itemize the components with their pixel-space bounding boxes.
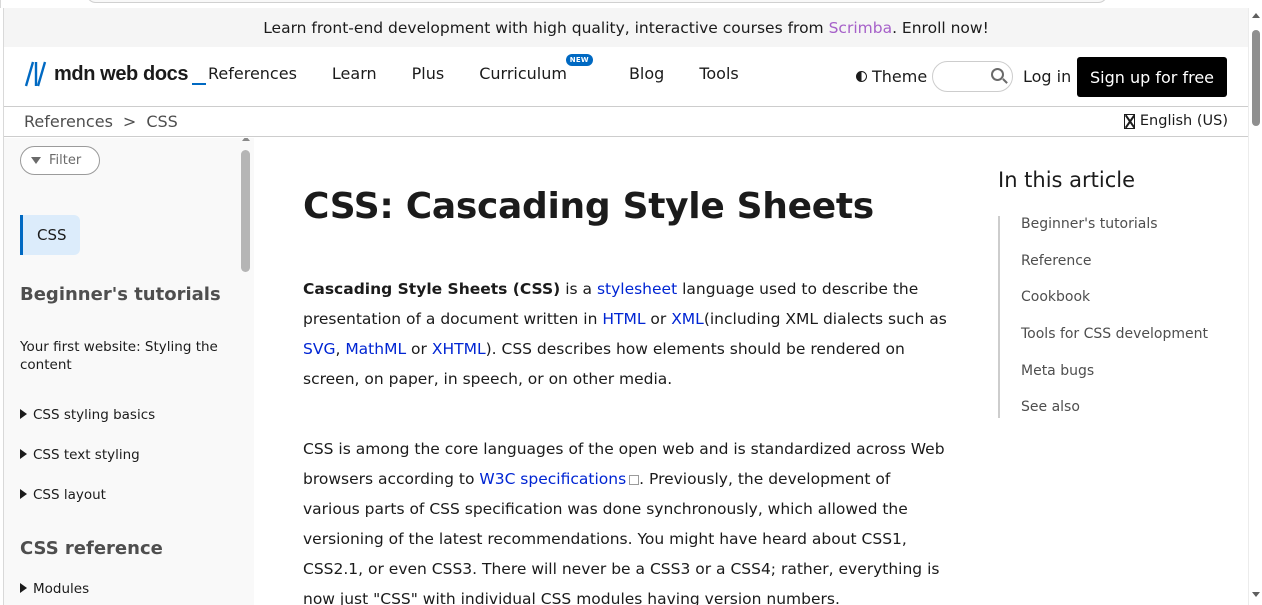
nav-curriculum[interactable]: Curriculum NEW xyxy=(479,54,593,83)
theme-toggle[interactable]: Theme xyxy=(856,67,927,86)
css-definition-term: Cascading Style Sheets (CSS) xyxy=(303,280,561,298)
main-nav: References Learn Plus Curriculum NEW Blo… xyxy=(208,54,739,83)
page-title: CSS: Cascading Style Sheets xyxy=(303,186,874,227)
nav-tools[interactable]: Tools xyxy=(699,64,738,83)
filter-icon xyxy=(31,157,41,164)
expand-icon xyxy=(20,409,27,419)
expand-icon xyxy=(20,449,27,459)
sidebar-scroll-up-icon[interactable] xyxy=(242,138,250,141)
nav-curriculum-label: Curriculum xyxy=(479,64,567,83)
sidebar-item-modules[interactable]: Modules xyxy=(20,580,89,598)
svg-link[interactable]: SVG xyxy=(303,340,335,358)
promo-banner: Learn front-end development with high qu… xyxy=(4,8,1248,47)
signup-button[interactable]: Sign up for free xyxy=(1077,57,1227,97)
mdn-logo[interactable]: mdn web docs xyxy=(24,59,207,89)
toc-item-meta-bugs[interactable]: Meta bugs xyxy=(1021,363,1094,379)
paragraph-text: or xyxy=(406,340,432,358)
breadcrumb: References > CSS xyxy=(24,112,178,131)
sidebar-item-layout[interactable]: CSS layout xyxy=(20,486,106,504)
sidebar: Filter CSS Beginner's tutorials Your fir… xyxy=(4,138,254,605)
sidebar-item-text-styling[interactable]: CSS text styling xyxy=(20,446,140,464)
page-scrollbar[interactable] xyxy=(1248,8,1262,605)
toc-item-tools[interactable]: Tools for CSS development xyxy=(1021,326,1208,342)
sidebar-scrollbar[interactable] xyxy=(241,150,250,272)
paragraph-text: , xyxy=(335,340,346,358)
sidebar-item-first-website[interactable]: Your first website: Styling the content xyxy=(20,338,225,374)
new-badge: NEW xyxy=(565,54,593,66)
mathml-link[interactable]: MathML xyxy=(345,340,406,358)
sidebar-heading-beginners[interactable]: Beginner's tutorials xyxy=(20,284,221,305)
login-link[interactable]: Log in xyxy=(1023,67,1071,86)
article-paragraph-1: Cascading Style Sheets (CSS) is a styles… xyxy=(303,274,949,394)
scroll-down-icon[interactable] xyxy=(1252,592,1260,597)
toc-item-cookbook[interactable]: Cookbook xyxy=(1021,289,1090,305)
xhtml-link[interactable]: XHTML xyxy=(432,340,486,358)
nav-learn[interactable]: Learn xyxy=(332,64,377,83)
toc-list: Beginner's tutorials Reference Cookbook … xyxy=(998,216,1228,418)
toc-item-see-also[interactable]: See also xyxy=(1021,399,1080,415)
scroll-up-icon[interactable] xyxy=(1252,13,1260,18)
logo-text: mdn web docs xyxy=(54,62,189,85)
paragraph-text: . Previously, the development of various… xyxy=(303,470,940,605)
nav-references[interactable]: References xyxy=(208,64,297,83)
scrimba-link[interactable]: Scrimba xyxy=(829,19,892,37)
search-icon xyxy=(991,68,1004,81)
paragraph-text: or xyxy=(645,310,672,328)
sidebar-item-label: CSS layout xyxy=(33,487,106,503)
scrollbar-thumb[interactable] xyxy=(1252,30,1260,126)
top-navigation: mdn web docs References Learn Plus Curri… xyxy=(4,47,1248,107)
sidebar-filter-input[interactable]: Filter xyxy=(20,146,100,175)
search-input[interactable] xyxy=(932,61,1013,92)
table-of-contents: In this article Beginner's tutorials Ref… xyxy=(998,168,1228,418)
paragraph-text: (including XML dialects such as xyxy=(703,310,947,328)
language-selector[interactable]: English (US) xyxy=(1123,113,1228,129)
language-icon xyxy=(1123,113,1135,129)
toc-item-beginners[interactable]: Beginner's tutorials xyxy=(1021,216,1158,232)
browser-top-edge xyxy=(0,0,1262,8)
filter-placeholder: Filter xyxy=(49,153,82,168)
sidebar-heading-reference[interactable]: CSS reference xyxy=(20,538,163,559)
sidebar-item-label: Modules xyxy=(33,581,90,597)
banner-suffix: . Enroll now! xyxy=(892,18,989,37)
toc-title: In this article xyxy=(998,168,1136,192)
logo-cursor xyxy=(192,83,207,85)
sidebar-item-label: CSS text styling xyxy=(33,447,140,463)
breadcrumb-separator: > xyxy=(122,112,137,131)
expand-icon xyxy=(20,489,27,499)
html-link[interactable]: HTML xyxy=(602,310,645,328)
toc-item-reference[interactable]: Reference xyxy=(1021,253,1092,269)
article-paragraph-2: CSS is among the core languages of the o… xyxy=(303,434,949,605)
sidebar-item-label: CSS styling basics xyxy=(33,407,156,423)
mdn-logo-icon xyxy=(24,61,48,87)
xml-link[interactable]: XML xyxy=(671,310,704,328)
address-bar-edge xyxy=(86,0,1108,3)
nav-blog[interactable]: Blog xyxy=(629,64,664,83)
breadcrumb-references[interactable]: References xyxy=(24,112,113,131)
sidebar-item-styling-basics[interactable]: CSS styling basics xyxy=(20,406,155,424)
banner-text: Learn front-end development with high qu… xyxy=(263,18,824,37)
breadcrumb-css[interactable]: CSS xyxy=(146,112,177,131)
sidebar-item-css[interactable]: CSS xyxy=(20,215,80,255)
theme-label: Theme xyxy=(872,67,928,86)
language-label: English (US) xyxy=(1139,113,1228,129)
nav-plus[interactable]: Plus xyxy=(412,64,445,83)
paragraph-text: is a xyxy=(560,280,597,298)
external-link-icon xyxy=(629,475,640,485)
w3c-specifications-link[interactable]: W3C specifications xyxy=(479,470,626,488)
expand-icon xyxy=(20,583,27,593)
breadcrumb-bar: References > CSS English (US) xyxy=(4,107,1248,137)
stylesheet-link[interactable]: stylesheet xyxy=(597,280,677,298)
theme-icon xyxy=(856,71,867,82)
